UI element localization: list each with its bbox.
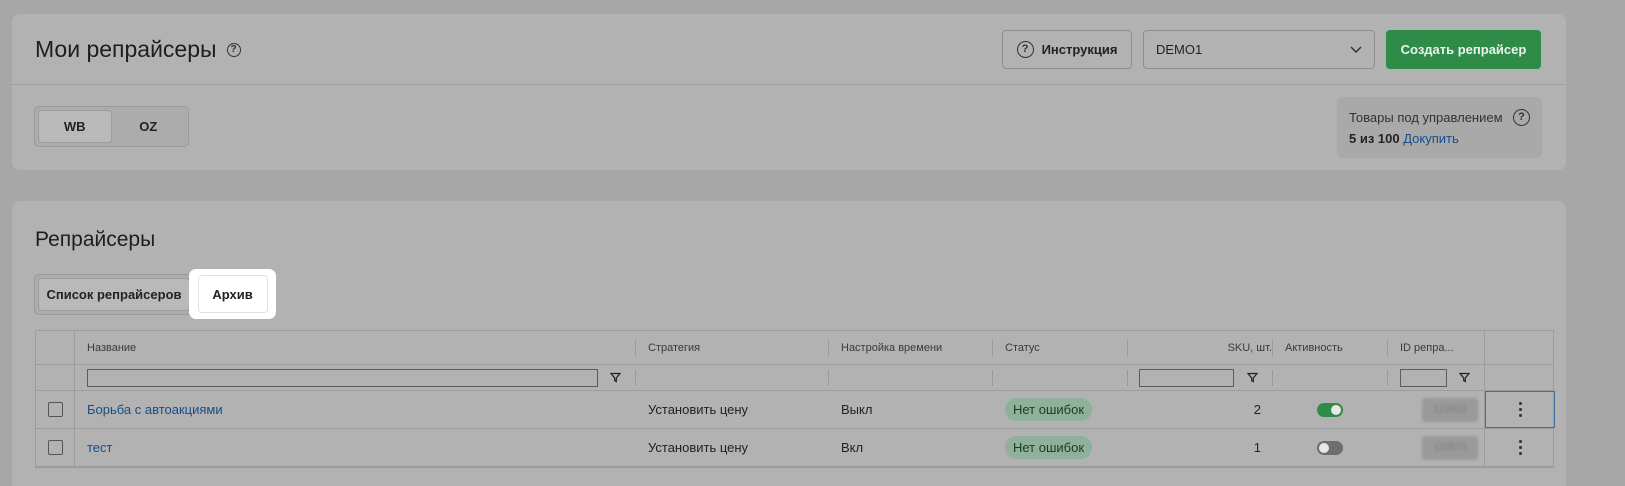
repricers-table: Название Стратегия Настройка времени Ста… bbox=[35, 330, 1555, 468]
status-badge: Нет ошибок bbox=[1005, 436, 1093, 459]
column-header-time[interactable]: Настройка времени bbox=[841, 331, 942, 364]
account-select-value: DEMO1 bbox=[1156, 42, 1203, 57]
strategy-cell: Установить цену bbox=[648, 402, 749, 417]
page-title-text: Мои репрайсеры bbox=[35, 36, 217, 62]
repricer-name-link[interactable]: тест bbox=[87, 429, 113, 466]
column-divider bbox=[635, 340, 636, 356]
row-checkbox[interactable] bbox=[48, 402, 63, 417]
filter-icon[interactable] bbox=[610, 372, 621, 383]
repricers-card: Репрайсеры Список репрайсеров Архив Назв… bbox=[12, 201, 1566, 486]
name-filter-input[interactable] bbox=[87, 368, 598, 387]
more-vertical-icon bbox=[1518, 440, 1522, 455]
help-icon[interactable]: ? bbox=[1513, 109, 1530, 126]
row-checkbox[interactable] bbox=[48, 440, 63, 455]
column-divider bbox=[828, 340, 829, 356]
column-divider bbox=[828, 370, 829, 386]
tab-list[interactable]: Список репрайсеров bbox=[38, 278, 190, 311]
quota-value: 5 из 100 bbox=[1349, 131, 1400, 146]
filter-icon-wrap bbox=[610, 365, 621, 390]
column-divider bbox=[1272, 340, 1273, 356]
divider bbox=[12, 84, 1566, 85]
table-row: тест Установить цену Вкл Нет ошибок 1 12… bbox=[36, 429, 1553, 467]
section-title: Репрайсеры bbox=[35, 228, 156, 251]
row-checkbox-wrap bbox=[48, 391, 63, 428]
strategy-cell: Установить цену bbox=[648, 440, 749, 455]
active-toggle[interactable] bbox=[1317, 402, 1343, 417]
id-cell: 121833 bbox=[1422, 391, 1478, 428]
column-divider bbox=[1387, 370, 1388, 386]
filter-icon-wrap bbox=[1459, 365, 1470, 390]
column-divider bbox=[992, 370, 993, 386]
tab-archive[interactable]: Архив bbox=[197, 275, 268, 313]
quota-label: Товары под управлением bbox=[1349, 110, 1503, 125]
column-header-id[interactable]: ID репра... bbox=[1400, 331, 1478, 364]
sku-count-cell: 2 bbox=[1253, 402, 1261, 417]
status-cell: Нет ошибок bbox=[1005, 429, 1093, 466]
row-actions-button[interactable] bbox=[1485, 391, 1555, 428]
marketplace-oz[interactable]: OZ bbox=[112, 110, 186, 143]
filter-icon-wrap bbox=[1247, 365, 1258, 390]
instruction-label: Инструкция bbox=[1041, 42, 1118, 57]
active-toggle-wrap bbox=[1317, 429, 1343, 466]
header-card: Мои репрайсеры ? ? Инструкция DEMO1 Созд… bbox=[12, 14, 1566, 170]
column-divider bbox=[992, 340, 993, 356]
active-toggle[interactable] bbox=[1317, 440, 1343, 455]
time-setting-cell: Выкл bbox=[841, 402, 873, 417]
id-filter bbox=[1400, 365, 1447, 390]
id-cell: 120573 bbox=[1422, 429, 1478, 466]
repricer-name-link[interactable]: Борьба с автоакциями bbox=[87, 391, 223, 428]
column-header-active[interactable]: Активность bbox=[1285, 331, 1343, 364]
more-vertical-icon bbox=[1518, 402, 1522, 417]
instruction-button[interactable]: ? Инструкция bbox=[1002, 30, 1132, 69]
marketplace-wb[interactable]: WB bbox=[38, 110, 112, 143]
row-actions-button[interactable] bbox=[1485, 429, 1555, 466]
status-cell: Нет ошибок bbox=[1005, 391, 1093, 428]
sku-filter-input[interactable] bbox=[1139, 368, 1234, 387]
quota-panel: Товары под управлением ? 5 из 100 Докупи… bbox=[1337, 97, 1542, 158]
column-header-strategy[interactable]: Стратегия bbox=[648, 331, 700, 364]
id-filter-input[interactable] bbox=[1400, 368, 1447, 387]
table-row: Борьба с автоакциями Установить цену Вык… bbox=[36, 391, 1555, 429]
column-divider bbox=[635, 370, 636, 386]
column-header-status[interactable]: Статус bbox=[1005, 331, 1040, 364]
buy-more-link[interactable]: Докупить bbox=[1403, 131, 1459, 146]
table-header-row: Название Стратегия Настройка времени Ста… bbox=[36, 331, 1553, 365]
page-title: Мои репрайсеры ? bbox=[35, 36, 241, 63]
filter-icon[interactable] bbox=[1459, 372, 1470, 383]
chevron-down-icon bbox=[1350, 46, 1362, 54]
column-divider bbox=[1387, 340, 1388, 356]
column-divider bbox=[1127, 370, 1128, 386]
active-toggle-wrap bbox=[1317, 391, 1343, 428]
column-header-sku[interactable]: SKU, шт. bbox=[1140, 331, 1272, 364]
filter-icon[interactable] bbox=[1247, 372, 1258, 383]
repricer-id: 121833 bbox=[1422, 397, 1478, 422]
tab-archive-highlight: Архив bbox=[189, 269, 276, 319]
column-divider bbox=[1127, 340, 1128, 356]
marketplace-switch: WB OZ bbox=[34, 106, 189, 147]
help-icon: ? bbox=[1016, 41, 1034, 58]
status-badge: Нет ошибок bbox=[1005, 398, 1093, 421]
account-select[interactable]: DEMO1 bbox=[1143, 30, 1375, 69]
sku-count-cell: 1 bbox=[1253, 440, 1261, 455]
help-icon[interactable]: ? bbox=[226, 42, 241, 57]
column-divider bbox=[1272, 370, 1273, 386]
table-filter-row bbox=[36, 365, 1553, 391]
repricer-id: 120573 bbox=[1422, 435, 1478, 460]
time-setting-cell: Вкл bbox=[841, 440, 864, 455]
row-checkbox-wrap bbox=[48, 429, 63, 466]
sku-filter bbox=[1139, 365, 1234, 390]
create-repricer-button[interactable]: Создать репрайсер bbox=[1386, 30, 1541, 69]
column-header-name[interactable]: Название bbox=[87, 331, 136, 364]
name-filter bbox=[87, 365, 598, 390]
